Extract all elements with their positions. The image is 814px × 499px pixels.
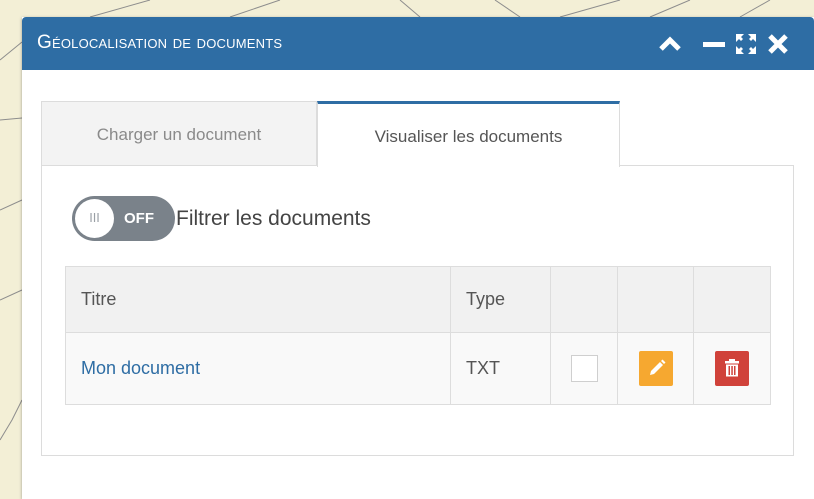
document-select-checkbox[interactable] [570, 355, 598, 382]
document-type-cell: TXT [450, 332, 551, 405]
window-title: Géolocalisation de documents [37, 32, 283, 53]
trash-icon [725, 359, 739, 377]
edit-cell [617, 332, 694, 405]
column-header-edit [617, 266, 694, 333]
toggle-knob[interactable]: III [75, 199, 114, 238]
document-title-cell: Mon document [65, 332, 451, 405]
close-button[interactable] [766, 32, 790, 56]
tab-view-documents[interactable]: Visualiser les documents [317, 101, 620, 167]
expand-icon [736, 34, 756, 54]
document-title-link[interactable]: Mon document [81, 358, 200, 378]
filter-toggle[interactable]: III OFF [72, 196, 175, 241]
table-row: Mon document TXT [65, 332, 771, 405]
delete-document-button[interactable] [715, 351, 749, 386]
filter-label: Filtrer les documents [176, 207, 371, 230]
minimize-button[interactable] [702, 32, 726, 56]
delete-cell [693, 332, 771, 405]
column-header-title: Titre [65, 266, 451, 333]
column-header-select [550, 266, 618, 333]
close-icon [768, 34, 788, 54]
edit-document-button[interactable] [638, 351, 673, 386]
chevron-up-icon [659, 36, 681, 51]
window-titlebar[interactable]: Géolocalisation de documents [22, 17, 814, 70]
tab-content-view-documents: III OFF Filtrer les documents Titre Type [41, 165, 794, 456]
maximize-button[interactable] [734, 32, 758, 56]
documents-table: Titre Type Mon document TXT [65, 266, 771, 405]
select-cell [550, 332, 618, 405]
document-geolocation-window: Géolocalisation de documents Charger un … [22, 17, 814, 499]
toggle-state-label: OFF [124, 210, 154, 227]
tab-bar: Charger un document Visualiser les docum… [41, 81, 794, 167]
column-header-type: Type [450, 266, 551, 333]
minus-icon [703, 42, 725, 47]
tab-upload-document[interactable]: Charger un document [41, 101, 317, 166]
column-header-delete [693, 266, 771, 333]
pencil-icon [649, 359, 665, 375]
collapse-button[interactable] [658, 32, 682, 56]
table-header-row: Titre Type [65, 266, 771, 333]
